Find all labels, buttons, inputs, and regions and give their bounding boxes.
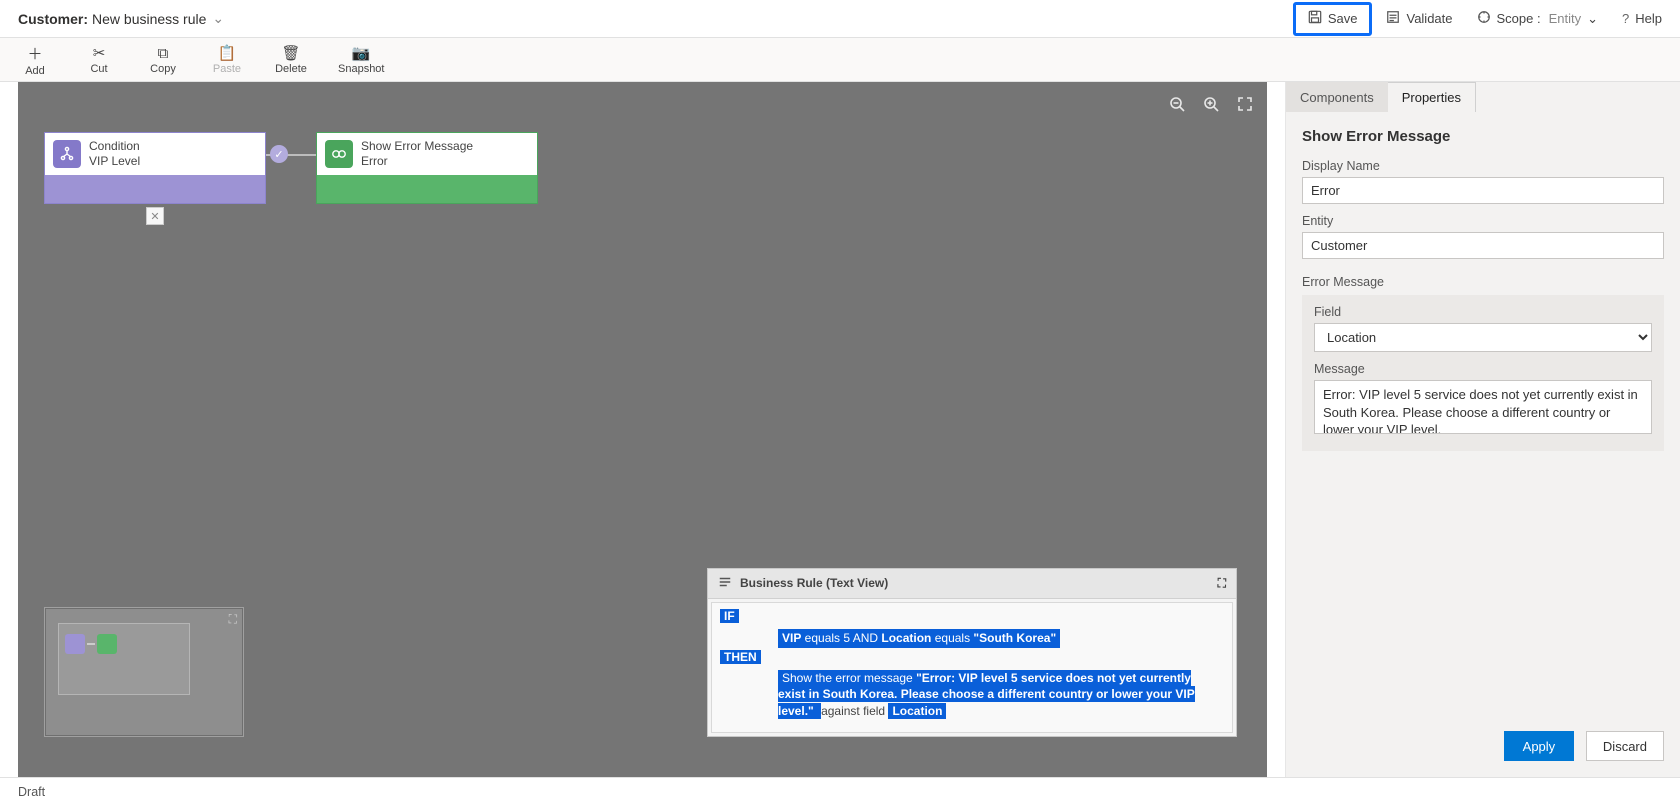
zoom-out-icon[interactable] [1169, 96, 1185, 117]
copy-button[interactable]: ⧉ Copy [146, 45, 180, 75]
plus-icon: ＋ [27, 43, 42, 64]
main: Condition VIP Level ✓ ✕ Show Error Messa… [0, 82, 1680, 777]
save-button[interactable]: Save [1293, 2, 1373, 36]
error-message-group-title: Error Message [1302, 275, 1664, 289]
delete-button[interactable]: 🗑 Delete [274, 44, 308, 75]
scope-icon [1477, 10, 1491, 27]
condition-icon [53, 140, 81, 168]
snapshot-label: Snapshot [338, 63, 384, 75]
camera-icon: 📷 [352, 44, 371, 62]
discard-button[interactable]: Discard [1586, 731, 1664, 761]
copy-label: Copy [150, 63, 176, 75]
minimap-connector [87, 643, 95, 645]
tab-properties[interactable]: Properties [1388, 82, 1476, 112]
help-button[interactable]: ? Help [1612, 4, 1672, 34]
apply-button[interactable]: Apply [1504, 731, 1574, 761]
condition-band [45, 175, 265, 203]
text-view-body: IF VIP equals 5 AND Location equals "Sou… [711, 602, 1233, 733]
clipboard-icon: 📋 [218, 44, 237, 62]
side-panel-tabs: Components Properties [1286, 82, 1680, 112]
add-label: Add [25, 65, 45, 77]
save-label: Save [1328, 11, 1358, 26]
text-view-expand-icon[interactable]: ⛶ [1218, 576, 1226, 591]
delete-label: Delete [275, 63, 307, 75]
minimap-action-node [97, 634, 117, 654]
condition-text: VIP equals 5 AND Location equals "South … [778, 629, 1060, 648]
header-bar: Customer: New business rule ⌄ Save Valid… [0, 0, 1680, 38]
action-band [317, 175, 537, 203]
cut-button[interactable]: ✂ Cut [82, 44, 116, 75]
scope-label: Scope : [1497, 11, 1541, 26]
entity-label: Entity [1302, 214, 1664, 228]
error-message-group: Field Location Message [1302, 295, 1664, 451]
properties-heading: Show Error Message [1302, 128, 1664, 145]
side-panel-footer: Apply Discard [1286, 719, 1680, 777]
properties-content: Show Error Message Display Name Entity E… [1286, 112, 1680, 719]
chevron-down-icon: ⌄ [212, 10, 224, 27]
chevron-down-icon: ⌄ [1587, 11, 1598, 27]
condition-subtitle: VIP Level [89, 154, 140, 169]
text-view-header[interactable]: Business Rule (Text View) ⛶ [708, 569, 1236, 599]
copy-icon: ⧉ [158, 45, 169, 62]
condition-title: Condition [89, 139, 140, 154]
text-view-title: Business Rule (Text View) [740, 576, 888, 590]
validate-icon [1386, 10, 1400, 27]
kw-then: THEN [720, 650, 761, 664]
validate-button[interactable]: Validate [1376, 4, 1462, 34]
text-view-panel: Business Rule (Text View) ⛶ IF VIP equal… [707, 568, 1237, 737]
canvas-column: Condition VIP Level ✓ ✕ Show Error Messa… [0, 82, 1285, 777]
page-title[interactable]: Customer: New business rule ⌄ [18, 10, 224, 27]
designer-canvas[interactable]: Condition VIP Level ✓ ✕ Show Error Messa… [18, 82, 1267, 777]
display-name-input[interactable] [1302, 177, 1664, 204]
scissors-icon: ✂ [93, 44, 106, 62]
add-button[interactable]: ＋ Add [18, 43, 52, 77]
title-prefix: Customer: [18, 11, 88, 27]
toolbar: ＋ Add ✂ Cut ⧉ Copy 📋 Paste 🗑 Delete 📷 Sn… [0, 38, 1680, 82]
paste-button[interactable]: 📋 Paste [210, 44, 244, 75]
scope-value: Entity [1549, 11, 1582, 26]
scope-selector[interactable]: Scope : Entity ⌄ [1467, 4, 1609, 34]
help-icon: ? [1622, 11, 1629, 26]
minimap-expand-icon[interactable]: ⛶ [229, 612, 237, 627]
save-icon [1308, 10, 1322, 27]
tab-components[interactable]: Components [1286, 82, 1388, 112]
minimap-condition-node [65, 634, 85, 654]
minimap[interactable]: ⛶ [44, 607, 244, 737]
message-textarea[interactable] [1314, 380, 1652, 434]
connector-true-icon[interactable]: ✓ [270, 145, 288, 163]
connector-false-icon[interactable]: ✕ [146, 207, 164, 225]
kw-if: IF [720, 609, 739, 623]
field-select[interactable]: Location [1314, 323, 1652, 352]
help-label: Help [1635, 11, 1662, 26]
message-label: Message [1314, 362, 1652, 376]
action-title: Show Error Message [361, 139, 473, 154]
header-actions: Save Validate Scope : Entity ⌄ ? Help [1293, 2, 1672, 36]
field-label: Field [1314, 305, 1652, 319]
condition-node[interactable]: Condition VIP Level [44, 132, 266, 204]
title-name: New business rule [92, 11, 206, 27]
text-view-icon [718, 575, 732, 592]
error-action-icon [325, 140, 353, 168]
zoom-in-icon[interactable] [1203, 96, 1219, 117]
trash-icon: 🗑 [281, 44, 300, 62]
canvas-zoom-controls [1169, 96, 1253, 117]
status-draft: Draft [18, 785, 45, 799]
snapshot-button[interactable]: 📷 Snapshot [338, 44, 384, 75]
display-name-label: Display Name [1302, 159, 1664, 173]
cut-label: Cut [90, 63, 107, 75]
fit-screen-icon[interactable] [1237, 96, 1253, 117]
validate-label: Validate [1406, 11, 1452, 26]
action-node[interactable]: Show Error Message Error [316, 132, 538, 204]
action-subtitle: Error [361, 154, 473, 169]
paste-label: Paste [213, 63, 241, 75]
status-bar: Draft [0, 777, 1680, 805]
side-panel: Components Properties Show Error Message… [1285, 82, 1680, 777]
entity-input[interactable] [1302, 232, 1664, 259]
